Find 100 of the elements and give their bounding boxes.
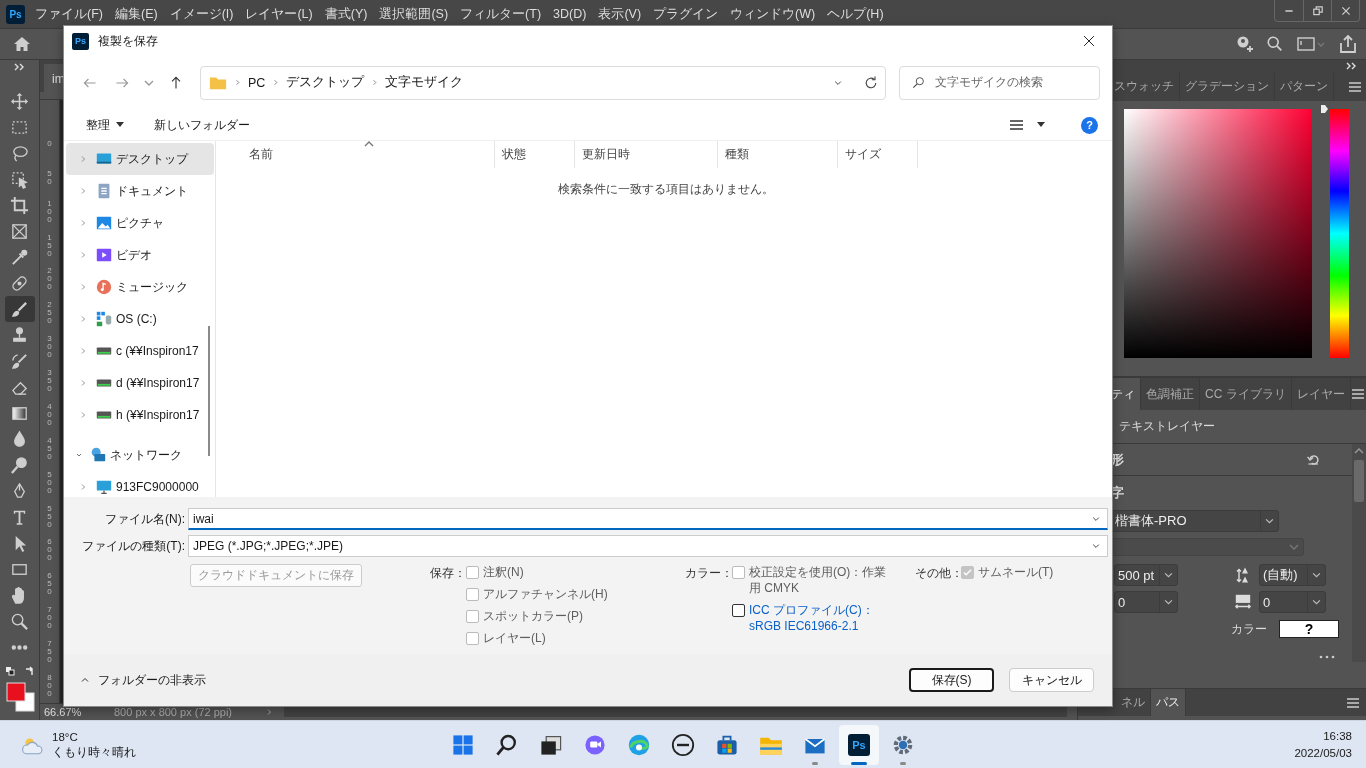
home-icon[interactable] (12, 34, 32, 54)
menu-item[interactable]: プラグイン (653, 5, 719, 23)
search-field[interactable]: 文字モザイクの検索 (899, 65, 1100, 100)
restore-icon (1311, 4, 1324, 17)
horizontal-scrollbar[interactable] (284, 707, 1067, 717)
tool-button[interactable] (4, 296, 35, 322)
default-colors-icon[interactable] (4, 666, 15, 676)
panel-menu-icon[interactable] (1346, 697, 1360, 708)
nav-item[interactable]: h (¥¥Inspiron17 (66, 399, 214, 432)
text-color-swatch[interactable]: ? (1279, 620, 1339, 638)
nav-item[interactable]: ビデオ (66, 239, 214, 272)
weather-text: くもり時々晴れ (52, 744, 136, 760)
panel-tab[interactable]: CC ライブラリ (1200, 378, 1292, 410)
list-view-icon (1010, 120, 1023, 130)
panel-tab[interactable]: パス (1151, 689, 1186, 716)
collapse-icon[interactable] (13, 63, 26, 71)
panel-tab[interactable]: パターン (1275, 72, 1334, 101)
menu-item[interactable]: 書式(Y) (324, 5, 368, 23)
nav-item[interactable]: ミュージック (66, 271, 214, 304)
menu-item[interactable]: イメージ(I) (169, 5, 234, 23)
menu-item[interactable]: 編集(E) (114, 5, 158, 23)
leading-dropdown[interactable]: (自動) (1259, 564, 1326, 586)
search-icon[interactable] (1266, 35, 1284, 53)
close-icon (1082, 34, 1096, 48)
taskbar-button[interactable]: Ps (839, 724, 879, 765)
scrollbar-thumb[interactable] (1354, 460, 1364, 502)
new-folder-button[interactable]: 新しいフォルダー (148, 112, 256, 138)
chevron-right-icon (271, 78, 281, 88)
nav-item[interactable]: デスクトップ (66, 143, 214, 176)
panel-menu-icon[interactable] (1350, 389, 1365, 399)
brush-icon (10, 299, 29, 319)
checkbox[interactable] (732, 604, 745, 618)
ruler-label: 450 (46, 436, 53, 461)
nav-item[interactable]: d (¥¥Inspiron17 (66, 367, 214, 400)
share-icon[interactable] (1338, 34, 1358, 54)
panel-tab[interactable]: レイヤー (1291, 378, 1351, 410)
breadcrumb-item[interactable]: PC (248, 75, 266, 90)
save-button[interactable]: 保存(S) (909, 668, 994, 693)
nav-item[interactable]: 913FC9000000 (66, 471, 214, 498)
column-header[interactable]: 更新日時 (575, 141, 718, 169)
color-swatches-icon[interactable] (5, 682, 35, 712)
kerning-dropdown[interactable]: 0 (1114, 591, 1178, 613)
hide-folders-button[interactable]: フォルダーの非表示 (76, 667, 210, 694)
panel-menu-icon[interactable] (1348, 81, 1362, 92)
breadcrumb-item[interactable]: デスクトップ (286, 74, 365, 92)
layer-kind: テキストレイヤー (1119, 418, 1215, 435)
column-header[interactable]: 名前 (220, 141, 495, 169)
panel-tab[interactable]: グラデーション (1180, 72, 1275, 101)
address-bar[interactable]: PC デスクトップ 文字モザイク (200, 65, 886, 100)
refresh-icon[interactable] (863, 74, 879, 91)
dodge-icon (10, 455, 29, 475)
reset-icon[interactable] (1306, 452, 1322, 467)
column-header[interactable]: サイズ (838, 141, 918, 169)
minimize-icon (1283, 8, 1295, 13)
column-header[interactable]: 状態 (495, 141, 575, 169)
file-name-field[interactable]: iwai (188, 508, 1108, 531)
cancel-button[interactable]: キャンセル (1009, 668, 1094, 693)
tracking-dropdown[interactable]: 0 (1259, 591, 1326, 613)
menu-item[interactable]: 3D(D) (553, 7, 587, 21)
monitor-icon (95, 478, 113, 497)
help-button[interactable]: ? (1081, 116, 1098, 134)
menu-item[interactable]: フィルター(T) (460, 5, 542, 23)
panel-tab[interactable]: 色調補正 (1141, 378, 1200, 410)
nav-item[interactable]: OS (C:) (66, 303, 214, 336)
menu-item[interactable]: レイヤー(L) (245, 5, 313, 23)
nav-item[interactable]: c (¥¥Inspiron17 (66, 335, 214, 368)
swap-colors-icon[interactable] (23, 666, 34, 676)
menu-item[interactable]: ファイル(F) (35, 5, 103, 23)
checkbox-label: サムネール(T) (978, 564, 1055, 581)
menu-item[interactable]: ウィンドウ(W) (730, 5, 816, 23)
breadcrumb-item[interactable]: 文字モザイク (385, 74, 464, 92)
file-type-dropdown[interactable]: JPEG (*.JPG;*.JPEG;*.JPE) (188, 535, 1108, 558)
slider-thumb-icon[interactable] (1320, 104, 1329, 114)
drive-icon (95, 310, 113, 329)
ruler-label: 200 (46, 267, 53, 292)
column-header[interactable]: 種類 (718, 141, 838, 169)
chevron-right-icon (370, 78, 380, 88)
nav-item[interactable]: ネットワーク (66, 439, 214, 472)
more-icon[interactable] (1319, 654, 1335, 660)
nav-item[interactable]: ピクチャ (66, 207, 214, 240)
menu-item[interactable]: ヘルプ(H) (827, 5, 884, 23)
organize-button[interactable]: 整理 (80, 112, 130, 138)
workspace-icon[interactable] (1296, 35, 1326, 53)
ruler-label: 300 (46, 335, 53, 360)
sort-caret-icon[interactable] (364, 141, 374, 148)
menu-item[interactable]: 選択範囲(S) (379, 5, 449, 23)
color-field[interactable] (1124, 109, 1312, 358)
color-label: カラー (1231, 620, 1267, 638)
menu-item[interactable]: 表示(V) (598, 5, 642, 23)
empty-message: 検索条件に一致する項目はありません。 (558, 182, 774, 197)
expand-icon[interactable] (1346, 62, 1358, 70)
scrollbar-thumb[interactable] (208, 326, 210, 457)
nav-item[interactable]: ドキュメント (66, 175, 214, 208)
ruler-label: 100 (46, 199, 53, 224)
vertical-scrollbar[interactable] (1352, 444, 1366, 662)
font-size-dropdown[interactable]: 500 pt (1114, 564, 1178, 586)
caret-icon (116, 122, 124, 128)
font-family-dropdown[interactable]: 楷書体-PRO (1111, 510, 1279, 532)
field-label: ファイル名(N): (104, 510, 186, 528)
bandage-icon (10, 273, 29, 293)
